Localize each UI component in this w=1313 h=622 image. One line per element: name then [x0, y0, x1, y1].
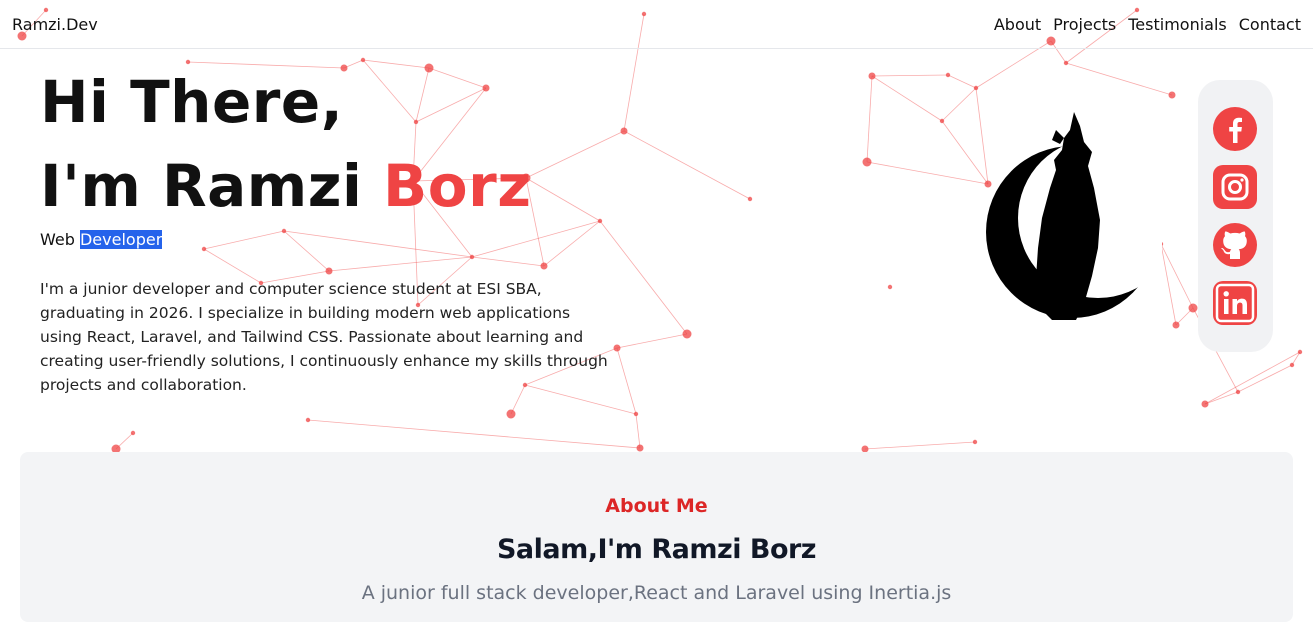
network-edge: [947, 74, 977, 89]
role-prefix: Web: [40, 230, 75, 249]
network-node: [1297, 349, 1303, 355]
hero-name: I'm Ramzi Borz: [40, 144, 531, 228]
hero-name-accent: Borz: [383, 152, 532, 220]
network-node: [939, 118, 945, 124]
nav-link-projects[interactable]: Projects: [1053, 15, 1116, 34]
top-navbar: Ramzi.Dev About Projects Testimonials Co…: [0, 0, 1313, 49]
network-node: [1289, 362, 1295, 368]
about-subtitle: A junior full stack developer,React and …: [361, 582, 952, 604]
network-edge: [1065, 62, 1173, 96]
network-node: [620, 127, 628, 135]
linkedin-icon[interactable]: [1213, 281, 1257, 325]
nav-link-contact[interactable]: Contact: [1239, 15, 1301, 34]
network-edge: [866, 161, 989, 185]
network-edge: [866, 75, 873, 163]
brand-logo-text[interactable]: Ramzi.Dev: [12, 15, 98, 34]
network-edge: [203, 230, 285, 250]
network-edge: [307, 419, 641, 449]
network-node: [281, 228, 287, 234]
network-node: [469, 254, 475, 260]
network-node: [1201, 400, 1209, 408]
network-node: [506, 409, 516, 419]
nav-links: About Projects Testimonials Contact: [994, 15, 1301, 34]
network-node: [747, 196, 753, 202]
about-section: About Me Salam,I'm Ramzi Borz A junior f…: [20, 452, 1293, 622]
network-edge: [1160, 243, 1194, 309]
network-edge: [616, 333, 688, 349]
about-kicker: About Me: [605, 495, 708, 517]
network-node: [973, 85, 979, 91]
network-node: [945, 72, 951, 78]
wolf-logo-icon: [980, 108, 1178, 326]
network-node: [633, 411, 639, 417]
network-node: [868, 72, 876, 80]
hero-greeting: Hi There,: [40, 68, 344, 136]
network-edge: [871, 74, 949, 77]
network-edge: [1204, 391, 1239, 405]
network-edge: [616, 347, 637, 415]
nav-link-testimonials[interactable]: Testimonials: [1128, 15, 1227, 34]
network-node: [972, 439, 978, 445]
github-icon[interactable]: [1213, 223, 1257, 267]
hero-name-prefix: I'm Ramzi: [40, 152, 363, 220]
network-edge: [283, 230, 330, 272]
network-edge: [471, 256, 545, 267]
network-edge: [635, 413, 641, 449]
nav-link-about[interactable]: About: [994, 15, 1041, 34]
network-edge: [941, 87, 977, 122]
network-node: [540, 262, 548, 270]
network-node: [305, 417, 311, 423]
network-edge: [1160, 243, 1177, 326]
network-node: [1235, 389, 1241, 395]
social-links-panel: [1198, 80, 1273, 352]
network-node: [887, 284, 893, 290]
about-title: Salam,I'm Ramzi Borz: [496, 534, 817, 565]
network-node: [201, 246, 207, 252]
network-edge: [1204, 351, 1301, 405]
network-node: [130, 430, 136, 436]
network-node: [1063, 60, 1069, 66]
network-node: [1172, 321, 1180, 329]
network-edge: [525, 177, 601, 222]
network-edge: [1237, 364, 1293, 393]
network-node: [682, 329, 692, 339]
role-typed-highlight: Developer: [79, 230, 163, 249]
facebook-icon[interactable]: [1213, 107, 1257, 151]
instagram-icon[interactable]: [1213, 165, 1257, 209]
hero-bio: I'm a junior developer and computer scie…: [40, 280, 608, 394]
network-edge: [328, 256, 473, 272]
network-node: [862, 157, 872, 167]
network-node: [325, 267, 333, 275]
network-node: [597, 218, 603, 224]
network-node: [636, 444, 644, 452]
network-edge: [871, 75, 943, 122]
network-edge: [623, 130, 751, 200]
network-edge: [525, 130, 625, 179]
network-node: [1188, 303, 1198, 313]
network-edge: [283, 230, 473, 258]
hero-role: Web Developer: [40, 230, 163, 249]
network-node: [1168, 91, 1176, 99]
network-edge: [543, 220, 601, 267]
network-edge: [864, 441, 976, 450]
hero-heading: Hi There, I'm Ramzi Borz: [40, 60, 531, 228]
